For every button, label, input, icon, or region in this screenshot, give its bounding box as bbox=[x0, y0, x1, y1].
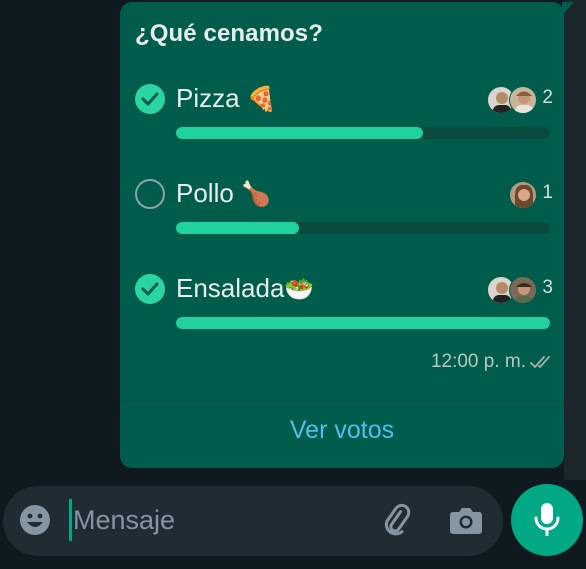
avatar bbox=[509, 86, 537, 114]
voters-group[interactable]: 1 bbox=[509, 181, 553, 209]
option-checked-icon[interactable] bbox=[135, 84, 165, 114]
option-label-text: Ensalada bbox=[176, 273, 285, 303]
poll-option-ensalada[interactable]: Ensalada🥗 3 bbox=[135, 273, 555, 334]
option-label: Pizza 🍕 bbox=[176, 83, 277, 114]
vote-progress-fill bbox=[176, 317, 550, 329]
message-input[interactable] bbox=[73, 499, 363, 541]
option-label-text: Pizza bbox=[176, 83, 240, 113]
double-check-icon bbox=[530, 354, 556, 375]
pizza-emoji: 🍕 bbox=[246, 86, 277, 113]
avatar bbox=[509, 276, 537, 304]
voters-group[interactable]: 3 bbox=[487, 276, 553, 304]
voice-message-button[interactable] bbox=[511, 484, 583, 556]
text-caret bbox=[69, 499, 72, 541]
emoji-icon[interactable] bbox=[19, 504, 51, 541]
salad-emoji: 🥗 bbox=[284, 276, 315, 303]
vote-count: 3 bbox=[542, 277, 553, 298]
poll-message-bubble[interactable]: ¿Qué cenamos? Pizza 🍕 2 Pollo 🍗 1 Ensala… bbox=[120, 2, 564, 468]
option-label: Pollo 🍗 bbox=[176, 178, 271, 209]
voters-group[interactable]: 2 bbox=[487, 86, 553, 114]
divider bbox=[120, 400, 564, 401]
vote-progress-fill bbox=[176, 222, 300, 234]
vote-count: 1 bbox=[542, 182, 553, 203]
vote-progress-bar bbox=[176, 222, 550, 234]
chicken-leg-emoji: 🍗 bbox=[241, 181, 271, 208]
option-label: Ensalada🥗 bbox=[176, 273, 314, 304]
view-votes-button[interactable]: Ver votos bbox=[120, 416, 564, 445]
chat-wallpaper bbox=[564, 0, 586, 480]
microphone-icon bbox=[534, 503, 560, 536]
avatar bbox=[509, 181, 537, 209]
paperclip-icon[interactable] bbox=[381, 502, 417, 543]
vote-progress-fill bbox=[176, 127, 423, 139]
vote-count: 2 bbox=[542, 87, 553, 108]
vote-progress-bar bbox=[176, 127, 550, 139]
option-checked-icon[interactable] bbox=[135, 274, 165, 304]
poll-option-pizza[interactable]: Pizza 🍕 2 bbox=[135, 83, 555, 144]
option-unchecked-icon[interactable] bbox=[135, 179, 165, 209]
option-label-text: Pollo bbox=[176, 178, 234, 208]
bubble-tail bbox=[562, 2, 574, 16]
vote-progress-bar bbox=[176, 317, 550, 329]
message-composer bbox=[3, 486, 503, 556]
message-timestamp: 12:00 p. m. bbox=[430, 351, 526, 372]
camera-icon[interactable] bbox=[449, 505, 483, 540]
poll-title: ¿Qué cenamos? bbox=[135, 20, 324, 47]
chat-screen: ¿Qué cenamos? Pizza 🍕 2 Pollo 🍗 1 Ensala… bbox=[0, 0, 586, 569]
poll-option-pollo[interactable]: Pollo 🍗 1 bbox=[135, 178, 555, 239]
